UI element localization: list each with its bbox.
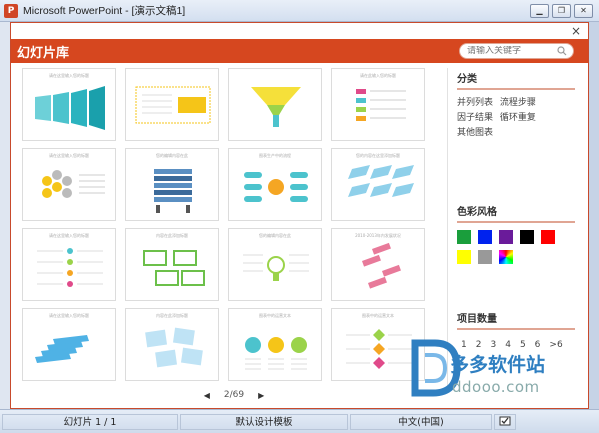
search-icon[interactable] (557, 46, 567, 56)
color-swatch[interactable] (478, 250, 492, 264)
color-swatch[interactable] (478, 230, 492, 244)
template-thumbnail[interactable]: 2010-2013年内发展状况 (331, 228, 425, 301)
pager: ◀ 2/69 ▶ (22, 390, 446, 400)
template-thumbnail[interactable]: 内容在此添加标题 (125, 308, 219, 381)
thumbnail-grid-area: 请在这里输入您的标题 请在此输入您的标题 请在这里输入您的标题 您的编辑内容在此 图表生… (22, 68, 446, 408)
category-other-charts[interactable]: 其他图表 (457, 128, 493, 138)
watermark-name: 多多软件站 (450, 354, 546, 376)
color-section-title: 色彩风格 (457, 203, 575, 223)
page-indicator: 2/69 (223, 390, 245, 400)
dialog-close-button[interactable]: × (571, 24, 581, 38)
category-section-title: 分类 (457, 70, 575, 90)
window-titlebar: P Microsoft PowerPoint - [演示文稿1] ▁ ❐ ✕ (0, 0, 599, 22)
thumbnail-preview-graphic (362, 242, 401, 289)
color-swatch[interactable] (499, 230, 513, 244)
category-parallel-list[interactable]: 并列列表 (457, 98, 493, 108)
status-slide-count: 幻灯片 1 / 1 (2, 413, 178, 430)
status-template-name[interactable]: 默认设计模板 (180, 413, 348, 430)
thumbnail-preview-graphic (37, 248, 103, 287)
spellcheck-icon[interactable] (494, 413, 516, 430)
search-box[interactable] (459, 43, 574, 59)
color-swatch[interactable] (520, 230, 534, 244)
thumbnail-preview-graphic (135, 86, 211, 124)
thumbnail-grid: 请在这里输入您的标题 请在此输入您的标题 请在这里输入您的标题 您的编辑内容在此 图表生… (22, 68, 446, 381)
template-thumbnail[interactable]: 您的编辑内容在此 (125, 148, 219, 221)
powerpoint-app-icon: P (4, 3, 18, 18)
maximize-button[interactable]: ❐ (552, 4, 571, 18)
template-thumbnail[interactable]: 您的内容在这里添加标题 (331, 148, 425, 221)
color-swatch[interactable] (457, 250, 471, 264)
minimize-button[interactable]: ▁ (530, 4, 549, 18)
template-thumbnail[interactable]: 请在此输入您的标题 (331, 68, 425, 141)
template-thumbnail[interactable]: 请在这里输入您的标题 (22, 148, 116, 221)
filter-panel: 分类 并列列表 流程步骤 因子结果 循环重复 其他图表 色彩风格 项目数量 1 … (457, 70, 575, 350)
category-list: 并列列表 流程步骤 因子结果 循环重复 其他图表 (457, 96, 575, 141)
thumbnail-preview-graphic (245, 337, 307, 370)
thumbnail-preview-graphic (35, 86, 105, 130)
watermark-url: ddooo.com (452, 378, 540, 396)
thumbnail-preview-graphic (348, 165, 414, 197)
template-thumbnail[interactable]: 请在这里输入您的标题 (22, 308, 116, 381)
thumbnail-preview-graphic (145, 327, 203, 368)
thumbnail-preview-graphic (154, 169, 192, 213)
thumbnail-preview-graphic (42, 170, 105, 198)
template-thumbnail[interactable]: 请在这里输入您的标题 (22, 68, 116, 141)
window-title: Microsoft PowerPoint - [演示文稿1] (23, 5, 186, 17)
thumbnail-preview-graphic (251, 87, 301, 127)
status-language[interactable]: 中文(中国) (350, 413, 492, 430)
search-input[interactable] (467, 46, 555, 56)
dialog-topbar: × (11, 23, 588, 39)
dialog-title: 幻灯片库 (17, 45, 70, 61)
category-process-steps[interactable]: 流程步骤 (500, 98, 536, 108)
category-factor-result[interactable]: 因子结果 (457, 113, 493, 123)
thumbnail-preview-graphic (143, 250, 205, 286)
category-cycle-repeat[interactable]: 循环重复 (500, 113, 536, 123)
thumbnail-preview-graphic (244, 172, 308, 202)
template-thumbnail[interactable]: 请在这里输入您的标题 (22, 228, 116, 301)
template-thumbnail[interactable]: 图表中的运营文本 (228, 308, 322, 381)
template-thumbnail[interactable]: 图表生产中的流程 (228, 148, 322, 221)
color-swatch[interactable] (499, 250, 513, 264)
color-swatches (457, 230, 575, 264)
template-thumbnail[interactable] (228, 68, 322, 141)
template-thumbnail[interactable]: 您的编辑内容在此 (228, 228, 322, 301)
color-swatch[interactable] (541, 230, 555, 244)
template-thumbnail[interactable]: 内容在此添加标题 (125, 228, 219, 301)
thumbnail-preview-graphic (356, 89, 406, 121)
next-page-button[interactable]: ▶ (258, 391, 264, 400)
thumbnail-preview-graphic (243, 254, 309, 281)
dialog-header: 幻灯片库 (11, 39, 588, 63)
color-swatch[interactable] (457, 230, 471, 244)
status-bar: 幻灯片 1 / 1 默认设计模板 中文(中国) (0, 409, 599, 433)
count-section-title: 项目数量 (457, 310, 575, 330)
prev-page-button[interactable]: ◀ (204, 391, 210, 400)
template-thumbnail[interactable] (125, 68, 219, 141)
thumbnail-preview-graphic (35, 335, 89, 363)
close-window-button[interactable]: ✕ (574, 4, 593, 18)
